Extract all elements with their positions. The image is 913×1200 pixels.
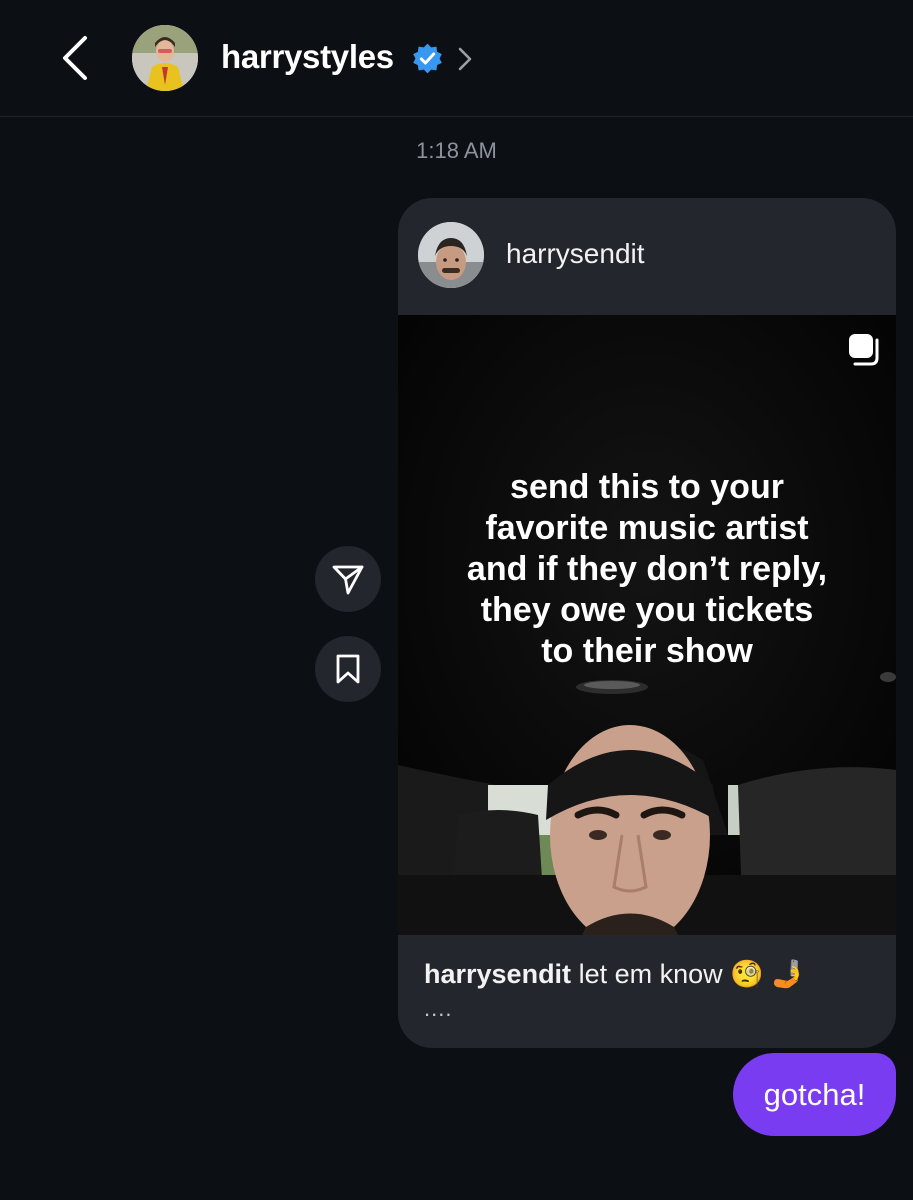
caption-more[interactable]: ....: [424, 996, 452, 1022]
thread-header: harrystyles: [0, 0, 913, 117]
post-author-username[interactable]: harrysendit: [506, 238, 645, 270]
post-author-avatar-image: [418, 222, 484, 288]
paper-plane-icon: [332, 565, 364, 595]
save-button[interactable]: [315, 636, 381, 702]
caption-text: let em know 🧐 🤳: [578, 959, 805, 989]
back-button[interactable]: [50, 30, 100, 86]
message-timestamp: 1:18 AM: [416, 138, 497, 163]
sent-message-bubble[interactable]: gotcha!: [733, 1053, 896, 1136]
post-author-avatar[interactable]: [418, 222, 484, 288]
post-media[interactable]: send this to your favorite music artist …: [398, 315, 896, 935]
chevron-left-icon: [63, 36, 87, 80]
dm-thread-screen: harrystyles 1:18 AM harrysendit send thi…: [0, 0, 913, 1200]
chevron-right-icon[interactable]: [456, 45, 474, 73]
sent-message-text: gotcha!: [763, 1076, 866, 1112]
shared-post-card[interactable]: harrysendit send this to your favorite m…: [398, 198, 896, 1048]
carousel-icon: [849, 334, 879, 366]
caption-username[interactable]: harrysendit: [424, 959, 571, 989]
shared-post-header: harrysendit: [398, 198, 896, 315]
share-button[interactable]: [315, 546, 381, 612]
post-overlay-text: send this to your favorite music artist …: [466, 468, 828, 670]
verified-badge-icon: [413, 43, 442, 74]
avatar-image: [132, 25, 198, 91]
post-caption: harrysendit let em know 🧐 🤳: [424, 956, 874, 992]
avatar[interactable]: [132, 25, 198, 91]
thread-username[interactable]: harrystyles: [221, 38, 394, 76]
bookmark-icon: [336, 654, 360, 684]
